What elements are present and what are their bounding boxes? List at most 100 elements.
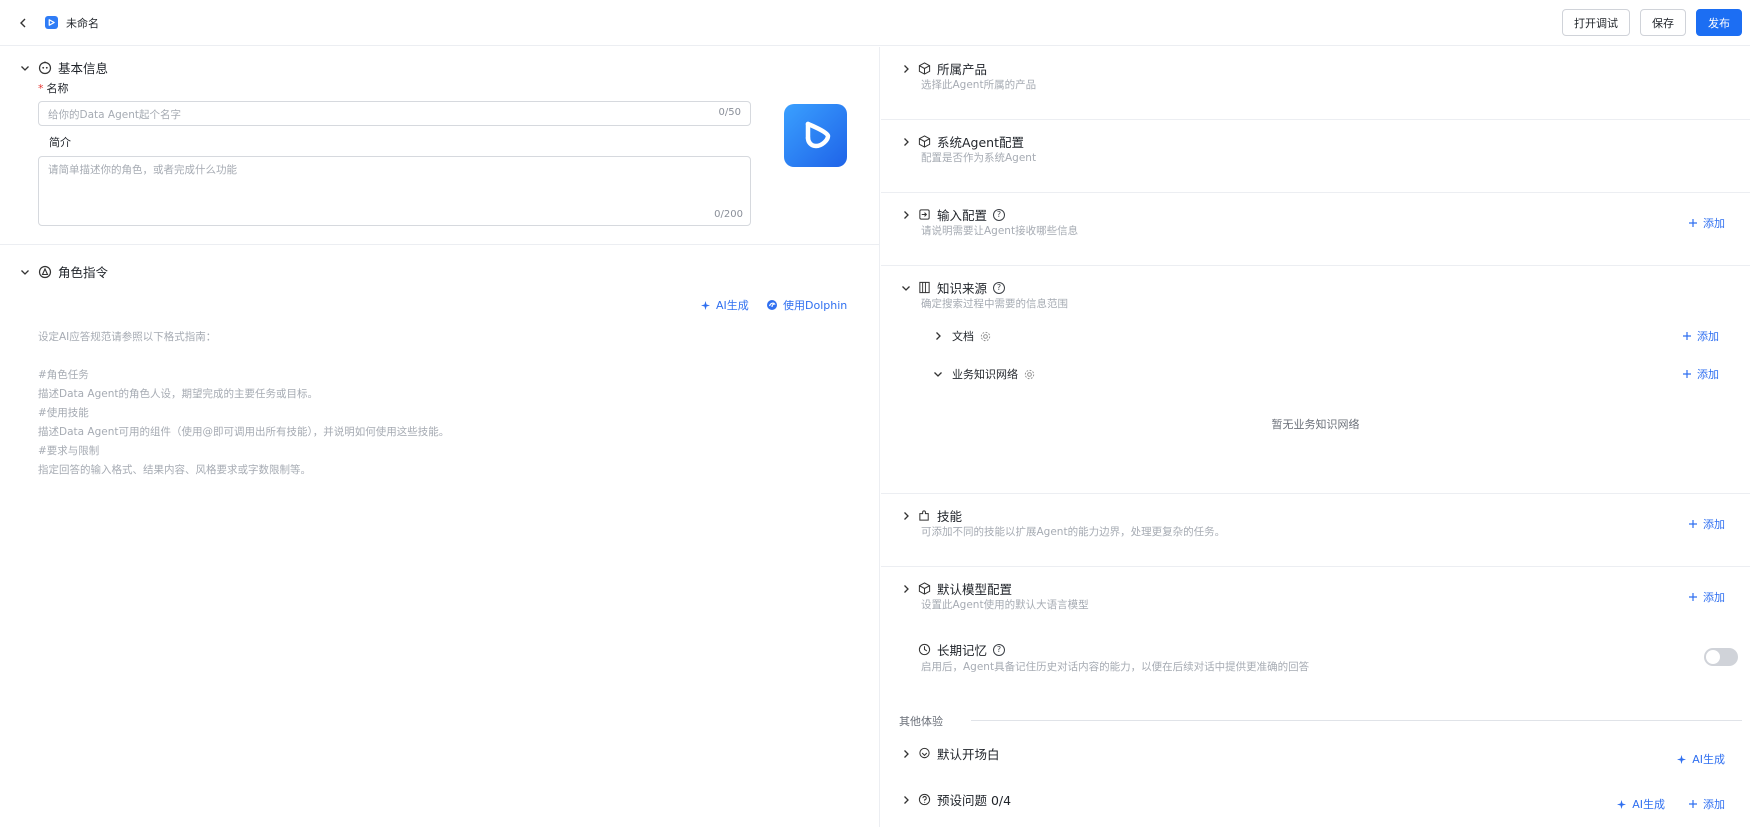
- book-icon: [917, 281, 931, 295]
- basic-info-header[interactable]: 基本信息: [18, 58, 108, 77]
- ai-generate-label: AI生成: [1632, 798, 1665, 811]
- sparkle-icon: [1617, 799, 1627, 809]
- role-instruction-line: #使用技能: [38, 407, 89, 419]
- publish-button[interactable]: 发布: [1696, 9, 1742, 36]
- chat-icon: [917, 747, 931, 761]
- role-title: 角色指令: [58, 265, 109, 280]
- add-label: 添加: [1703, 518, 1725, 531]
- input-config-add-button[interactable]: 添加: [1688, 215, 1725, 231]
- memory-title: 长期记忆: [937, 643, 988, 658]
- cube-icon: [917, 582, 931, 596]
- ai-generate-link[interactable]: AI生成: [700, 297, 749, 313]
- back-button[interactable]: [14, 14, 32, 32]
- opening-header[interactable]: 默认开场白: [901, 744, 1000, 763]
- input-config-header[interactable]: 输入配置 ?: [901, 205, 1006, 224]
- preset-add-button[interactable]: 添加: [1688, 796, 1725, 812]
- chevron-left-icon: [20, 18, 26, 27]
- product-title: 所属产品: [937, 62, 988, 77]
- chevron-down-icon: [18, 265, 32, 279]
- preset-ai-generate-button[interactable]: AI生成: [1616, 796, 1665, 812]
- role-instruction-line: #角色任务: [38, 369, 89, 381]
- plus-icon: [1689, 593, 1697, 601]
- ai-generate-label: AI生成: [1692, 753, 1725, 766]
- plus-icon: [1689, 520, 1697, 528]
- skills-section: 技能 可添加不同的技能以扩展Agent的能力边界，处理更复杂的任务。 添加: [881, 494, 1750, 567]
- system-agent-title: 系统Agent配置: [937, 135, 1024, 150]
- name-label: * 名称: [38, 80, 69, 96]
- gear-icon[interactable]: [980, 331, 991, 342]
- dolphin-icon: [767, 300, 777, 310]
- chevron-right-icon: [904, 749, 909, 758]
- skills-desc: 可添加不同的技能以扩展Agent的能力边界，处理更复杂的任务。: [921, 526, 1226, 538]
- sparkle-icon: [1677, 754, 1687, 764]
- role-instruction-line: 设定AI应答规范请参照以下格式指南：: [38, 331, 217, 343]
- preset-title: 预设问题 0/4: [937, 793, 1012, 808]
- docs-title: 文档: [952, 330, 974, 343]
- add-label: 添加: [1697, 368, 1719, 381]
- add-label: 添加: [1703, 591, 1725, 604]
- plus-icon: [1683, 332, 1691, 340]
- gear-icon[interactable]: [1024, 369, 1035, 380]
- agent-title[interactable]: 未命名: [66, 15, 99, 31]
- memory-toggle[interactable]: [1704, 648, 1738, 666]
- basic-info-title: 基本信息: [58, 61, 109, 76]
- role-instructions-editor[interactable]: 设定AI应答规范请参照以下格式指南： #角色任务描述Data Agent的角色人…: [38, 328, 449, 480]
- chevron-right-icon: [904, 795, 909, 804]
- cube-icon: [917, 62, 931, 76]
- save-button[interactable]: 保存: [1640, 9, 1686, 36]
- knowledge-title: 知识来源: [937, 281, 988, 296]
- intro-placeholder: 请简单描述你的角色，或者完成什么功能: [48, 164, 237, 176]
- skills-header[interactable]: 技能: [901, 506, 962, 525]
- section-divider: [0, 244, 880, 245]
- help-icon[interactable]: ?: [993, 281, 1006, 294]
- chevron-down-icon: [902, 285, 910, 291]
- network-empty-text: 暂无业务知识网络: [1271, 418, 1360, 431]
- preset-header[interactable]: 预设问题 0/4: [901, 790, 1011, 809]
- left-panel: 基本信息 * 名称 给你的Data Agent起个名字 0/50 简介 请简单描述…: [0, 47, 880, 827]
- opening-ai-generate-button[interactable]: AI生成: [1676, 751, 1725, 767]
- knowledge-header[interactable]: 知识来源 ?: [901, 278, 1006, 297]
- open-debug-button[interactable]: 打开调试: [1562, 9, 1630, 36]
- model-title: 默认模型配置: [937, 582, 1013, 597]
- play-logo-icon: [805, 121, 830, 148]
- use-dolphin-link[interactable]: 使用Dolphin: [766, 297, 847, 313]
- model-add-button[interactable]: 添加: [1688, 589, 1725, 605]
- input-login-icon: [917, 208, 931, 222]
- chevron-right-icon: [904, 210, 909, 219]
- use-dolphin-label: 使用Dolphin: [783, 299, 848, 312]
- docs-subsection-header[interactable]: 文档: [933, 328, 991, 344]
- network-add-button[interactable]: 添加: [1682, 366, 1719, 382]
- memory-desc: 启用后，Agent具备记住历史对话内容的能力，以便在后续对话中提供更准确的回答: [921, 661, 1310, 673]
- input-config-title: 输入配置: [937, 208, 988, 223]
- other-divider: [971, 720, 1742, 721]
- network-subsection-header[interactable]: 业务知识网络: [933, 366, 1035, 382]
- help-icon[interactable]: ?: [993, 208, 1006, 221]
- plus-icon: [1683, 370, 1691, 378]
- role-header[interactable]: 角色指令: [18, 262, 108, 281]
- intro-label: 简介: [49, 136, 71, 149]
- puzzle-icon: [917, 509, 931, 523]
- intro-textarea[interactable]: 请简单描述你的角色，或者完成什么功能 0/200: [38, 156, 751, 226]
- model-header[interactable]: 默认模型配置: [901, 579, 1012, 598]
- question-circle-icon: [917, 793, 931, 807]
- input-config-desc: 请说明需要让Agent接收哪些信息: [921, 225, 1079, 237]
- ai-generate-label: AI生成: [716, 299, 749, 312]
- right-panel: 所属产品 选择此Agent所属的产品 系统Agent配置 配置是否作为系统Age…: [881, 47, 1750, 827]
- role-instruction-line: 描述Data Agent可用的组件（使用@即可调用出所有技能），并说明如何使用这…: [38, 426, 450, 438]
- system-agent-header[interactable]: 系统Agent配置: [901, 132, 1024, 151]
- name-input[interactable]: 给你的Data Agent起个名字 0/50: [38, 101, 751, 126]
- system-agent-section: 系统Agent配置 配置是否作为系统Agent: [881, 120, 1750, 193]
- skills-add-button[interactable]: 添加: [1688, 516, 1725, 532]
- docs-add-button[interactable]: 添加: [1682, 328, 1719, 344]
- add-label: 添加: [1697, 330, 1719, 343]
- help-icon[interactable]: ?: [993, 643, 1006, 656]
- memory-icon: [917, 643, 931, 657]
- model-desc: 设置此Agent使用的默认大语言模型: [921, 599, 1089, 611]
- role-instruction-line: 描述Data Agent的角色人设，期望完成的主要任务或目标。: [38, 388, 318, 400]
- product-header[interactable]: 所属产品: [901, 59, 987, 78]
- intro-char-count: 0/200: [714, 209, 743, 220]
- memory-header: 长期记忆 ?: [901, 640, 1006, 659]
- chevron-down-icon: [18, 61, 32, 75]
- agent-avatar[interactable]: [784, 104, 847, 167]
- other-experience-label: 其他体验: [899, 713, 949, 729]
